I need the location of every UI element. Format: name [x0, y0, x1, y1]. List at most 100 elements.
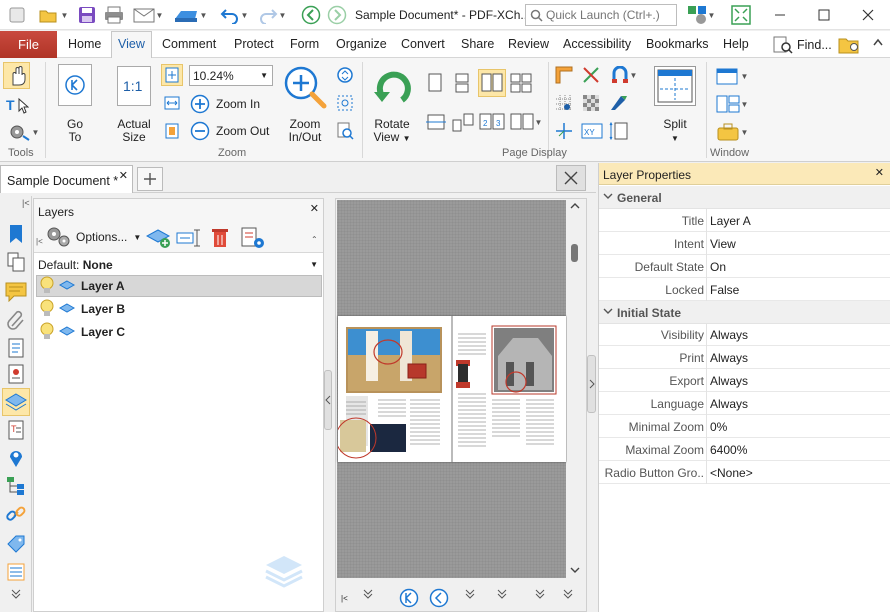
scroll-thumb[interactable]	[571, 244, 578, 262]
close-document-button[interactable]	[556, 165, 586, 191]
single-page-icon[interactable]	[424, 71, 446, 95]
page-spread[interactable]	[338, 316, 566, 462]
prop-row-radio-button-group[interactable]: Radio Button Gro.. <None>	[599, 461, 890, 484]
prop-value[interactable]: False	[710, 283, 739, 297]
app-menu-icon[interactable]	[6, 4, 28, 26]
section-general[interactable]: General	[599, 186, 890, 209]
prop-value[interactable]: View	[710, 237, 736, 251]
previous-page-icon[interactable]	[429, 588, 449, 608]
zoom-in-button[interactable]: Zoom In	[190, 93, 270, 115]
rotate-view-button[interactable]: Rotate View ▼	[366, 62, 418, 144]
nav-expand-icon-3[interactable]	[535, 588, 545, 600]
back-icon[interactable]	[300, 4, 322, 26]
prop-row-export[interactable]: Export Always	[599, 369, 890, 392]
prop-value[interactable]: Always	[710, 351, 748, 365]
folder-search-icon[interactable]	[838, 34, 862, 56]
properties-icon[interactable]: T	[4, 418, 28, 442]
prop-row-title[interactable]: Title Layer A	[599, 209, 890, 232]
prop-value[interactable]: 6400%	[710, 443, 747, 457]
pane-splitter-handle[interactable]	[324, 370, 332, 430]
zoom-out-button[interactable]: Zoom Out	[190, 120, 276, 142]
quick-launch-field[interactable]	[525, 4, 677, 26]
nav-more-icon[interactable]	[363, 588, 373, 600]
quick-launch-input[interactable]	[546, 8, 671, 22]
transparency-grid-icon[interactable]	[580, 92, 602, 114]
loupe-icon[interactable]	[334, 120, 356, 142]
collapse-strip-icon[interactable]: |<	[22, 198, 30, 208]
tab-home[interactable]: Home	[68, 37, 101, 51]
two-page-icon[interactable]	[478, 69, 506, 97]
bookmarks-icon[interactable]	[4, 222, 28, 246]
snapshot-tool-icon[interactable]: ▼	[3, 120, 43, 144]
vertical-scrollbar[interactable]	[567, 200, 582, 578]
collapse-ribbon-icon[interactable]	[872, 37, 884, 47]
go-to-button[interactable]: Go To	[51, 62, 99, 144]
prop-value[interactable]: Layer A	[710, 214, 751, 228]
cover-page-icon[interactable]	[451, 110, 475, 134]
find-button[interactable]: Find...	[772, 34, 834, 56]
prop-value[interactable]: Always	[710, 374, 748, 388]
attachments-icon[interactable]	[4, 308, 28, 332]
rename-layer-icon[interactable]	[176, 227, 202, 249]
workspace-icon[interactable]: ▼	[712, 120, 752, 144]
close-properties-icon[interactable]: ✕	[875, 166, 884, 179]
prop-row-visibility[interactable]: Visibility Always	[599, 323, 890, 346]
scroll-down-icon[interactable]	[570, 566, 580, 574]
tab-view[interactable]: View	[118, 37, 145, 51]
fit-page-icon[interactable]	[161, 64, 183, 86]
layer-row[interactable]: Layer A	[36, 275, 322, 297]
delete-layer-icon[interactable]	[210, 227, 232, 249]
prop-row-default-state[interactable]: Default State On	[599, 255, 890, 278]
tab-accessibility[interactable]: Accessibility	[563, 37, 631, 51]
comments-icon[interactable]	[4, 280, 28, 304]
arrange-windows-icon[interactable]: ▼	[712, 92, 752, 116]
tab-organize[interactable]: Organize	[336, 37, 387, 51]
fullscreen-icon[interactable]	[730, 4, 752, 26]
fields-icon[interactable]	[4, 362, 28, 386]
content-icon[interactable]	[4, 336, 28, 360]
first-page-icon[interactable]	[399, 588, 419, 608]
save-icon[interactable]	[76, 4, 98, 26]
fit-visible-icon[interactable]	[161, 120, 183, 142]
nav-expand-icon-2[interactable]	[497, 588, 507, 600]
tab-form[interactable]: Form	[290, 37, 319, 51]
document-tab[interactable]: Sample Document * ✕	[0, 165, 133, 193]
new-tab-button[interactable]	[137, 167, 163, 191]
page-spacing-icon[interactable]: ▼	[508, 110, 544, 134]
redo-icon[interactable]: ▼	[254, 4, 290, 26]
prop-row-language[interactable]: Language Always	[599, 392, 890, 415]
tab-review[interactable]: Review	[508, 37, 549, 51]
select-text-tool-icon[interactable]: T	[3, 93, 30, 117]
tab-share[interactable]: Share	[461, 37, 494, 51]
undo-icon[interactable]: ▼	[216, 4, 252, 26]
add-layer-icon[interactable]	[146, 227, 172, 249]
thumbnails-icon[interactable]	[4, 250, 28, 274]
destinations-icon[interactable]	[4, 446, 28, 470]
close-tab-icon[interactable]: ✕	[119, 169, 128, 182]
actual-size-button[interactable]: 1:1 Actual Size	[110, 62, 158, 144]
links-icon[interactable]	[4, 502, 28, 526]
zoom-in-out-button[interactable]: Zoom In/Out	[280, 62, 330, 144]
customize-icon[interactable]: ▼	[684, 4, 718, 26]
more-panels-icon[interactable]	[10, 588, 22, 600]
close-pane-icon[interactable]: ✕	[310, 202, 319, 215]
layers-panel-icon[interactable]	[2, 388, 30, 416]
right-pane-splitter-handle[interactable]	[587, 355, 596, 413]
layer-row[interactable]: Layer C	[36, 321, 322, 343]
fit-width-icon[interactable]	[161, 92, 183, 114]
forward-icon[interactable]	[326, 4, 348, 26]
prop-row-intent[interactable]: Intent View	[599, 232, 890, 255]
options-button[interactable]: Options... ▼	[46, 225, 142, 249]
prop-row-maximal-zoom[interactable]: Maximal Zoom 6400%	[599, 438, 890, 461]
snap-icon[interactable]: ▼	[607, 64, 641, 86]
print-icon[interactable]	[103, 4, 125, 26]
prop-value[interactable]: 0%	[710, 420, 727, 434]
tab-convert[interactable]: Convert	[401, 37, 445, 51]
tags-icon[interactable]	[4, 532, 28, 556]
prop-value[interactable]: Always	[710, 397, 748, 411]
split-button[interactable]: Split ▼	[648, 62, 702, 144]
default-state-row[interactable]: Default: None ▼	[38, 258, 320, 276]
close-window-button[interactable]	[846, 0, 890, 30]
email-icon[interactable]: ▼	[130, 4, 166, 26]
page-separate-icon[interactable]	[424, 110, 448, 134]
